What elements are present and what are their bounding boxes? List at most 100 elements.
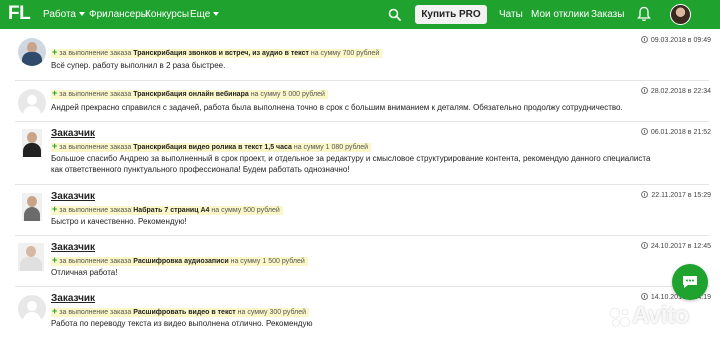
nav-my-responses[interactable]: Мои отклики <box>531 9 589 20</box>
divider <box>15 80 709 81</box>
clock-icon <box>641 191 649 198</box>
avatar-photo-head <box>26 246 36 257</box>
order-highlight: + за выполнение заказа Транскрибация онла… <box>51 88 328 99</box>
order-info: + за выполнение заказа Транскрибация онла… <box>51 87 328 99</box>
divider <box>15 235 709 236</box>
avatar-photo-body <box>23 143 41 157</box>
order-highlight: + за выполнение заказа Расшифровка аудиоз… <box>51 255 308 266</box>
clock-icon <box>640 293 648 300</box>
user-avatar[interactable] <box>670 4 691 25</box>
review-text: Быстро и качественно. Рекомендую! <box>51 217 187 226</box>
order-price: 1 080 рублей <box>325 144 369 151</box>
order-title-link[interactable]: Набрать 7 страниц А4 <box>133 207 209 214</box>
order-info: + за выполнение заказа Расшифровать видео… <box>51 305 310 317</box>
buy-pro-button[interactable]: Купить PRO <box>415 5 487 24</box>
order-sum-prefix: на сумму <box>250 91 281 98</box>
order-info: + за выполнение заказа Набрать 7 страниц … <box>51 203 283 215</box>
clock-icon <box>640 242 648 249</box>
avito-logo-icon <box>609 307 630 327</box>
review-date: 28.02.2018 в 22:34 <box>627 87 711 95</box>
order-highlight: + за выполнение заказа Транскрибация виде… <box>51 141 372 152</box>
review-date-text: 09.03.2018 в 09:49 <box>650 37 711 44</box>
order-price: 500 рублей <box>243 207 280 214</box>
divider <box>15 184 709 185</box>
order-title-link[interactable]: Транскрибация видео ролика в текст 1,5 ч… <box>133 144 292 151</box>
chevron-down-icon <box>213 12 220 17</box>
nav-freelancers[interactable]: Фрилансеры <box>89 9 148 20</box>
order-price: 5 000 рублей <box>282 91 325 98</box>
plus-icon: + <box>52 255 58 265</box>
order-prefix: за выполнение заказа <box>59 91 132 98</box>
nav-contests[interactable]: Конкурсы <box>145 9 189 20</box>
chat-button[interactable] <box>672 264 708 300</box>
plus-icon: + <box>52 204 58 214</box>
reviewer-avatar[interactable] <box>22 129 42 157</box>
plus-icon: + <box>52 306 58 316</box>
reviewer-name-link[interactable]: Заказчик <box>51 242 95 253</box>
avatar-photo-body <box>20 257 42 271</box>
avito-watermark: Avito <box>604 300 720 338</box>
nav-chats[interactable]: Чаты <box>499 9 523 20</box>
avatar-photo-body <box>24 207 40 221</box>
chevron-down-icon <box>79 12 85 17</box>
order-price: 300 рублей <box>269 309 307 316</box>
nav-more[interactable]: Еще <box>190 9 220 20</box>
order-highlight: + за выполнение заказа Транскрибация звон… <box>51 47 383 58</box>
order-title-link[interactable]: Расшифровать видео в текст <box>133 309 235 316</box>
fl-logo[interactable]: FL <box>8 3 31 25</box>
divider <box>15 121 709 122</box>
review-text: Андрей прекрасно справился с задачей, ра… <box>51 103 623 112</box>
order-sum-prefix: на сумму <box>230 258 261 265</box>
review-text: Отличная работа! <box>51 268 118 277</box>
nav-work[interactable]: Работа <box>43 9 85 20</box>
order-title-link[interactable]: Транскрибация звонков и встреч, из аудио… <box>133 50 309 57</box>
review-date: 06.01.2018 в 21:52 <box>627 128 711 136</box>
order-title-link[interactable]: Транскрибация онлайн вебинара <box>133 91 248 98</box>
order-highlight: + за выполнение заказа Расшифровать видео… <box>51 306 310 317</box>
reviewer-avatar[interactable] <box>18 89 46 117</box>
avatar-photo-head <box>27 132 37 143</box>
order-prefix: за выполнение заказа <box>59 258 132 265</box>
top-navbar: FL Работа Фрилансеры Конкурсы Еще Купить… <box>0 0 720 29</box>
order-prefix: за выполнение заказа <box>59 144 132 151</box>
avatar-photo-body <box>22 52 42 66</box>
order-title-link[interactable]: Расшифровка аудиозаписи <box>133 258 228 265</box>
avatar-photo-head <box>27 196 37 207</box>
clock-icon <box>640 87 648 94</box>
review-date: 22.11.2017 в 15:29 <box>627 191 711 199</box>
order-prefix: за выполнение заказа <box>59 50 132 57</box>
order-sum-prefix: на сумму <box>237 309 268 316</box>
nav-more-label: Еще <box>190 9 211 20</box>
reviewer-name-link[interactable]: Заказчик <box>51 191 95 202</box>
reviewer-name-link[interactable]: Заказчик <box>51 128 95 139</box>
reviewer-avatar[interactable] <box>18 38 46 66</box>
review-date-text: 28.02.2018 в 22:34 <box>650 88 711 95</box>
order-info: + за выполнение заказа Транскрибация звон… <box>51 46 383 58</box>
nav-work-label: Работа <box>43 9 76 20</box>
review-date-text: 24.10.2017 в 12:45 <box>650 243 711 250</box>
reviewer-avatar[interactable] <box>22 193 42 221</box>
order-price: 1 500 рублей <box>262 258 305 265</box>
clock-icon <box>640 128 648 135</box>
review-date: 09.03.2018 в 09:49 <box>627 36 711 44</box>
nav-orders[interactable]: Заказы <box>591 9 624 20</box>
reviewer-name-link[interactable]: Заказчик <box>51 293 95 304</box>
order-info: + за выполнение заказа Расшифровка аудиоз… <box>51 254 308 266</box>
order-price: 700 рублей <box>342 50 380 57</box>
order-prefix: за выполнение заказа <box>59 207 132 214</box>
bell-icon[interactable] <box>637 6 651 22</box>
clock-icon <box>640 36 648 43</box>
chat-icon <box>683 276 697 288</box>
reviewer-avatar[interactable] <box>18 295 46 323</box>
review-date: 24.10.2017 в 12:45 <box>627 242 711 250</box>
review-text: Всё супер. работу выполнил в 2 раза быст… <box>51 61 226 70</box>
reviewer-avatar[interactable] <box>18 243 44 271</box>
search-icon[interactable] <box>388 8 401 21</box>
plus-icon: + <box>52 47 58 57</box>
plus-icon: + <box>52 141 58 151</box>
review-text: Работа по переводу текста из видео выпол… <box>51 319 313 328</box>
order-highlight: + за выполнение заказа Набрать 7 страниц … <box>51 204 283 215</box>
order-sum-prefix: на сумму <box>293 144 324 151</box>
order-prefix: за выполнение заказа <box>59 309 132 316</box>
review-date-text: 22.11.2017 в 15:29 <box>651 192 711 199</box>
